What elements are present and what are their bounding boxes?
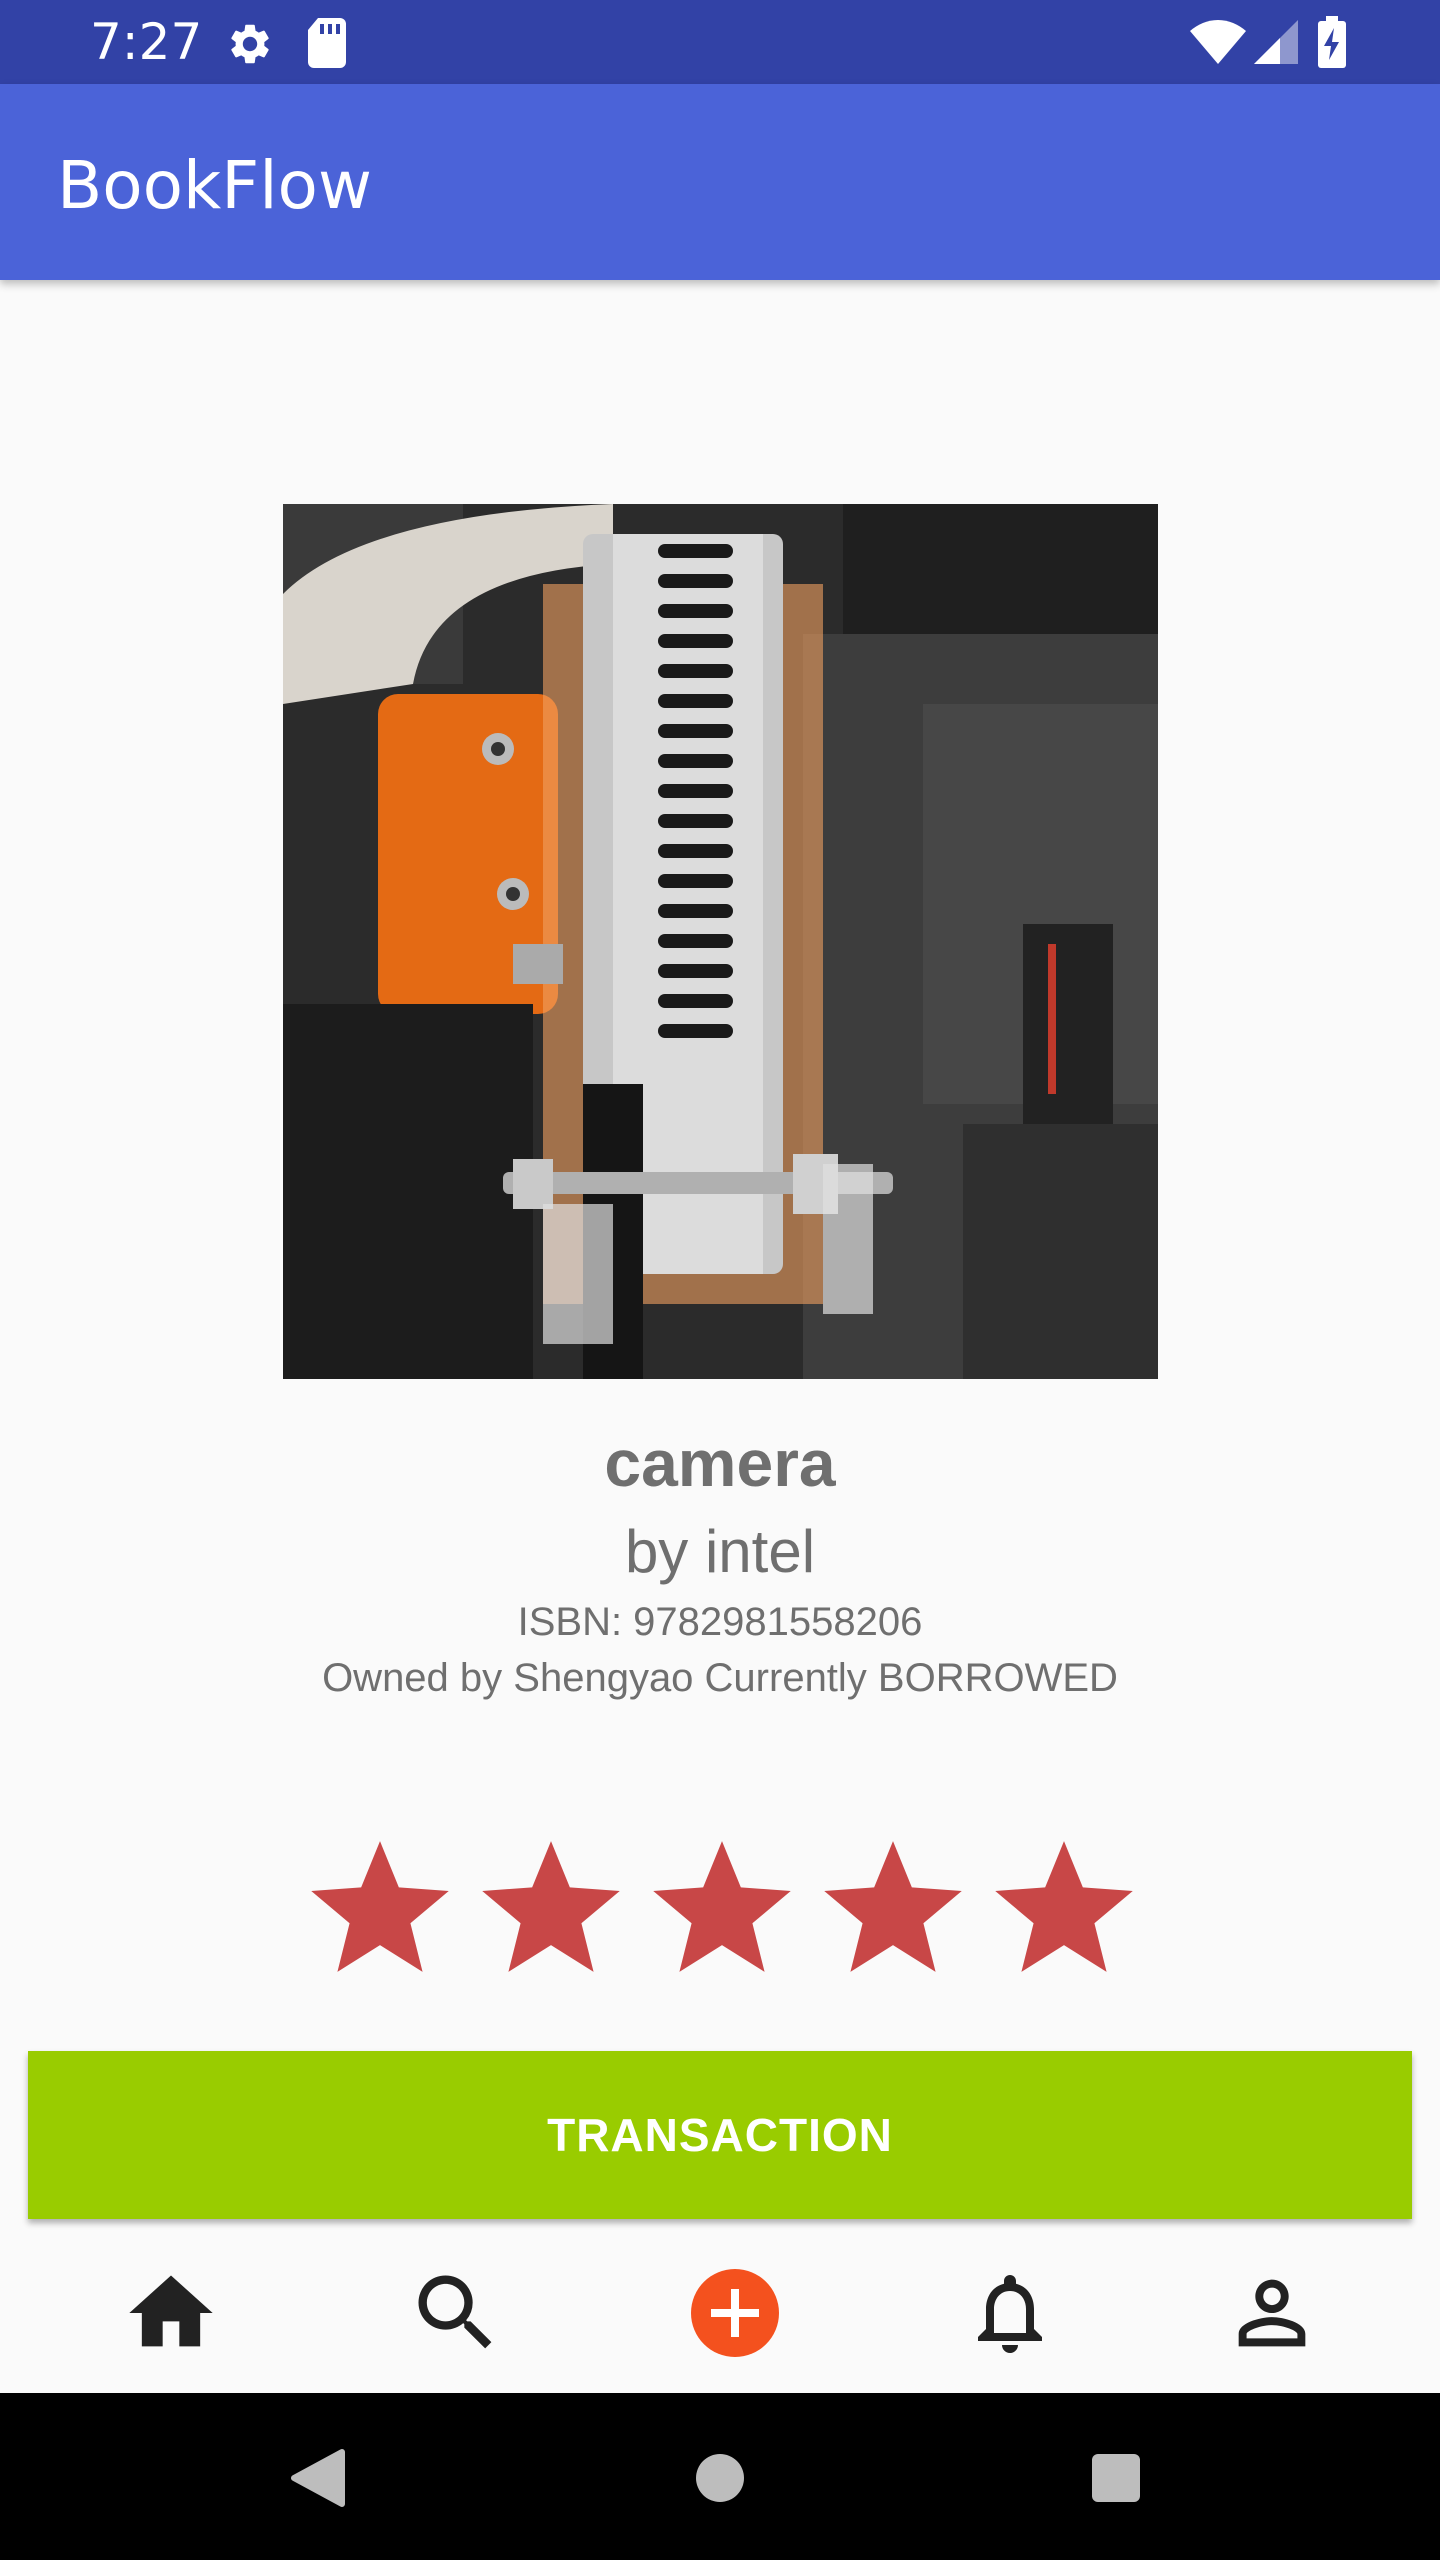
nav-add[interactable] — [675, 2253, 795, 2373]
recents-icon[interactable] — [1090, 2452, 1142, 2504]
app-bar: BookFlow — [0, 84, 1440, 280]
home-icon — [129, 2275, 213, 2347]
book-owner-status: Owned by Shengyao Currently BORROWED — [322, 1656, 1118, 1700]
book-isbn: ISBN: 9782981558206 — [517, 1600, 923, 1644]
star-icon[interactable] — [820, 1832, 966, 1978]
status-time: 7:27 — [90, 13, 203, 71]
sd-card-icon — [308, 18, 346, 68]
back-icon[interactable] — [290, 2448, 346, 2508]
wifi-icon — [1190, 20, 1246, 64]
rating-bar[interactable] — [307, 1832, 1137, 1978]
star-icon[interactable] — [649, 1832, 795, 1978]
system-home-icon[interactable] — [694, 2452, 746, 2504]
book-title: camera — [604, 1426, 836, 1500]
cell-signal-icon — [1254, 20, 1298, 64]
star-icon[interactable] — [478, 1832, 624, 1978]
star-icon[interactable] — [991, 1832, 1137, 1978]
star-icon[interactable] — [307, 1832, 453, 1978]
nav-home[interactable] — [111, 2253, 231, 2373]
cover-photo — [283, 504, 1158, 1379]
battery-charging-icon — [1318, 16, 1346, 68]
system-navigation-bar — [0, 2393, 1440, 2560]
profile-icon — [1238, 2279, 1306, 2347]
transaction-button[interactable]: TRANSACTION — [28, 2051, 1412, 2219]
app-title: BookFlow — [57, 147, 372, 224]
nav-profile[interactable] — [1212, 2253, 1332, 2373]
gear-icon — [231, 24, 269, 64]
nav-notifications[interactable] — [950, 2253, 1070, 2373]
book-author: by intel — [624, 1518, 816, 1585]
bottom-navigation — [0, 2235, 1440, 2393]
add-icon — [691, 2269, 779, 2357]
nav-search[interactable] — [396, 2253, 516, 2373]
status-bar: 7:27 — [0, 0, 1440, 84]
book-cover-image — [283, 504, 1158, 1379]
notifications-icon — [978, 2275, 1042, 2353]
search-icon — [418, 2275, 492, 2349]
